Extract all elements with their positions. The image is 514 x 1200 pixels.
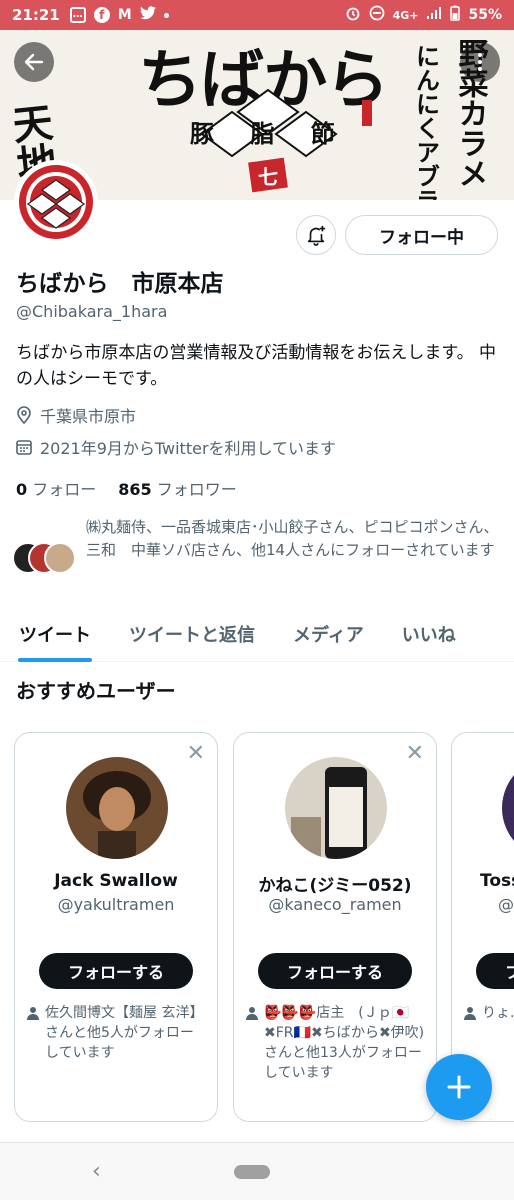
more-dot [478,60,482,64]
facebook-icon: f [93,7,110,23]
nav-home-pill[interactable] [234,1165,270,1179]
profile-tabs: ツイート ツイートと返信 メディア いいね [0,606,514,662]
person-icon [246,1007,258,1020]
suggestions-title: おすすめユーザー [16,679,176,703]
tab-likes[interactable]: いいね [383,606,475,662]
followed-by-text: ㈱丸麺侍、一品香城東店･小山餃子さん、ピコピコポンさん、三和 中華ソバ店さん、他… [86,518,499,559]
back-button[interactable] [14,42,54,82]
followers-label: フォロワー [156,480,237,499]
alarm-icon [345,5,361,25]
avatar-logo [19,165,93,239]
card-social-text: 👺👺👺店主 (Ｊｐ🇯🇵✖FR🇫🇷✖ちばから✖伊吹) さんと他13人がフォローして… [264,1005,425,1081]
card-social-text: 佐久間博文【麺屋 玄洋】さんと他5人がフォローしています [45,1005,204,1061]
card-name[interactable]: Jack Swallow [15,871,217,891]
system-nav-bar: ‹ [0,1142,514,1200]
more-dot [478,53,482,57]
card-handle: @kaneco_ramen [268,895,402,914]
avatar-photo [502,757,514,859]
person-icon [464,1007,476,1020]
banner-badge-text: 七 [258,165,278,189]
following-count: 0 [16,480,28,499]
signal-icon [426,6,442,24]
followers-link[interactable]: 865 フォロワー [118,476,237,500]
close-icon[interactable]: ✕ [187,743,205,765]
tab-tweets-replies[interactable]: ツイートと返信 [110,606,274,662]
follow-counts: 0 フォロー 865 フォロワー [16,476,237,500]
calendar-icon [16,440,32,455]
suggestion-card[interactable]: ✕ Jack Swallow @yakultramen フォローする 佐久間博文… [14,732,218,1122]
bio: ちばから市原本店の営業情報及び活動情報をお伝えします。 中の人はシーモです。 [16,343,497,389]
gmail-icon: M [117,7,132,23]
card-social-context: 佐久間博文【麺屋 玄洋】さんと他5人がフォローしています [27,1003,207,1063]
twitter-icon [139,6,156,24]
display-name: ちばから 市原本店 [16,271,224,297]
followed-by-avatars [12,542,76,576]
location-pin-icon [17,406,31,424]
message-icon: … [69,7,86,23]
network-type: 4G+ [392,8,419,22]
close-icon[interactable]: ✕ [406,743,424,765]
person-icon [27,1007,39,1020]
avatar-photo [66,757,168,859]
battery-icon [450,5,461,25]
battery-level: 55% [468,7,502,23]
card-name[interactable]: Toss [480,871,514,891]
suggestion-card[interactable]: ✕ かねこ(ジミー052) @kaneco_ramen フォローする 👺👺👺店主… [233,732,437,1122]
profile-avatar[interactable] [14,160,98,244]
following-button[interactable]: フォロー中 [345,215,498,255]
card-name[interactable]: かねこ(ジミー052) [234,871,436,896]
card-handle: @ [498,895,514,914]
nav-back-icon[interactable]: ‹ [92,1159,101,1184]
plus-icon [447,1075,471,1099]
avatar[interactable] [66,757,168,859]
tab-tweets[interactable]: ツイート [0,606,110,662]
status-right: 4G+ 55% [345,5,502,25]
avatar [44,542,76,574]
follow-button[interactable]: フォローする [258,953,412,989]
card-handle: @yakultramen [57,895,175,914]
notifications-button[interactable] [296,215,336,255]
more-dot [478,67,482,71]
status-bar: 21:21 … f M 4G+ 55% [0,0,514,30]
followers-count: 865 [118,480,152,499]
handle: @Chibakara_1hara [16,302,168,321]
follow-button[interactable]: フォローする [476,953,514,989]
follow-button[interactable]: フォローする [39,953,193,989]
card-social-text: りょ...人が...ます [482,1005,514,1021]
avatar[interactable] [502,757,514,859]
banner-text-right-2: にんにくアブラ [412,44,441,200]
card-social-context: 👺👺👺店主 (Ｊｐ🇯🇵✖FR🇫🇷✖ちばから✖伊吹) さんと他13人がフォローして… [246,1003,426,1083]
avatar[interactable] [285,757,387,859]
joined-date: 2021年9月からTwitterを利用しています [16,435,336,459]
card-social-context: りょ...人が...ます [464,1003,514,1023]
banner-text-center: 豚 脂 節 [189,119,349,148]
status-time: 21:21 [12,6,60,24]
joined-text: 2021年9月からTwitterを利用しています [40,439,337,458]
followed-by[interactable]: ㈱丸麺侍、一品香城東店･小山餃子さん、ピコピコポンさん、三和 中華ソバ店さん、他… [12,516,502,576]
more-options-button[interactable] [460,42,500,82]
more-notifications-icon [163,12,169,18]
tab-media[interactable]: メディア [274,606,383,662]
following-label: フォロー [32,480,97,499]
notification-icons: … f M [69,6,169,24]
avatar-photo [285,757,387,859]
compose-tweet-button[interactable] [426,1054,492,1120]
following-link[interactable]: 0 フォロー [16,476,96,500]
location: 千葉県市原市 [16,403,136,427]
location-text: 千葉県市原市 [40,407,137,426]
dnd-icon [369,5,385,25]
arrow-left-icon [24,53,44,71]
bell-plus-icon [307,225,326,246]
